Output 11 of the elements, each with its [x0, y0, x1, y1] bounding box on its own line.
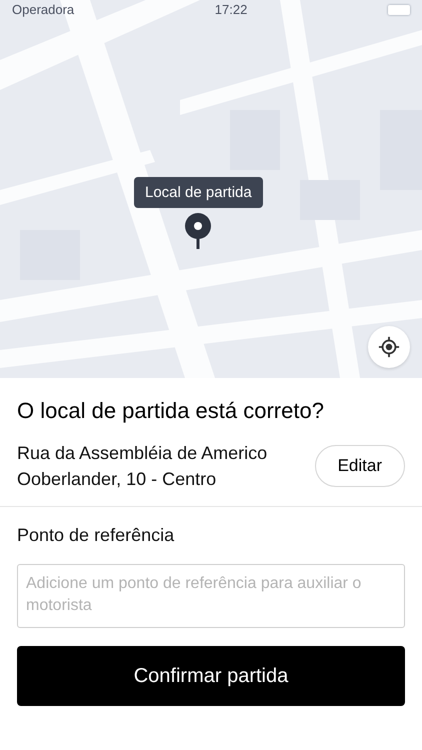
reference-label: Ponto de referência [17, 525, 176, 546]
edit-button[interactable]: Editar [314, 445, 405, 487]
sheet-title: O local de partida está correto? [17, 398, 325, 424]
status-time: 17:22 [214, 2, 248, 17]
pin-tooltip: Local de partida [134, 177, 263, 208]
confirm-button[interactable]: Confirmar partida [17, 646, 405, 706]
reference-field[interactable]: Adicione um ponto de referência para auxiliar o motorista [17, 564, 405, 628]
locate-icon [378, 336, 400, 358]
address-text: Rua da Assembléia de Americo Ooberlander, 10 - Centro [17, 442, 268, 491]
pin-icon [184, 213, 212, 249]
carrier-name: Operadora [12, 2, 74, 17]
